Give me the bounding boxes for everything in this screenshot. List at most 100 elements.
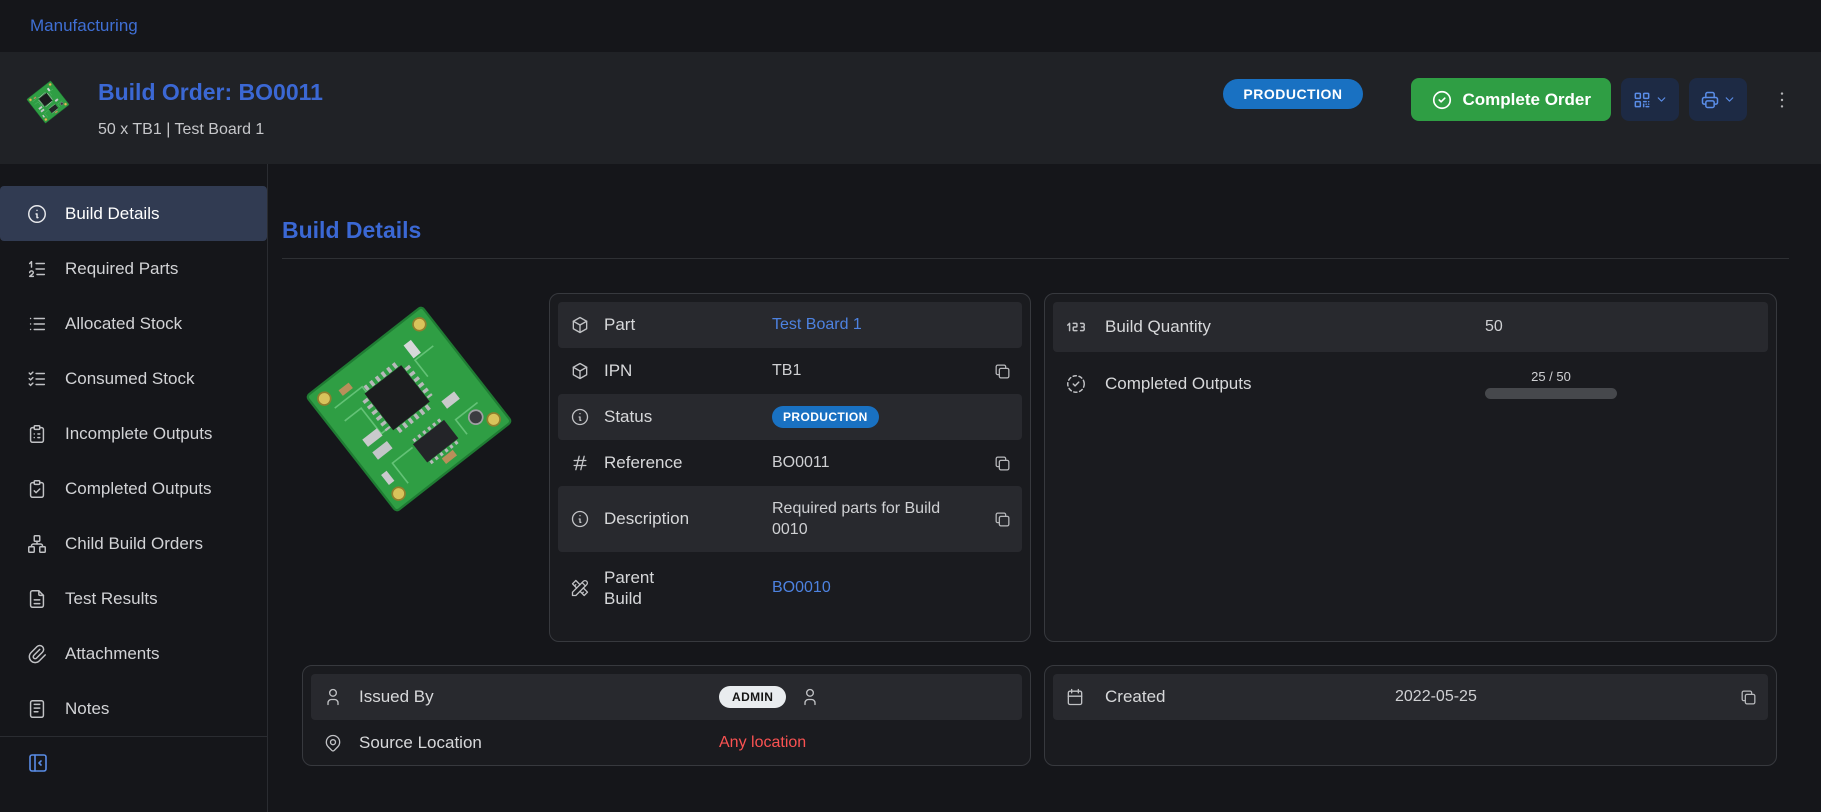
sidebar-item-notes[interactable]: Notes [0, 681, 267, 736]
print-actions-button[interactable] [1689, 78, 1747, 121]
user-icon [323, 687, 343, 707]
part-thumbnail[interactable] [24, 78, 72, 126]
breadcrumb: Manufacturing [0, 0, 1821, 52]
sidebar-item-allocated-stock[interactable]: Allocated Stock [0, 296, 267, 351]
sitemap-icon [26, 533, 48, 555]
build-details-panel: Part Test Board 1 IPN TB1 [549, 293, 1031, 642]
sidebar-item-label: Incomplete Outputs [65, 424, 212, 444]
heading-divider [282, 258, 1789, 259]
source-location-value: Any location [719, 734, 1022, 752]
numbers-123-icon [1065, 316, 1087, 338]
notes-icon [26, 698, 48, 720]
qr-code-icon [1632, 90, 1652, 110]
printer-icon [1700, 90, 1720, 110]
clipboard-list-icon [26, 423, 48, 445]
detail-label: Parent Build [604, 567, 674, 609]
sidebar-item-required-parts[interactable]: Required Parts [0, 241, 267, 296]
sidebar-item-label: Allocated Stock [65, 314, 182, 334]
main-content: Build Details Part Test Board 1 [268, 164, 1821, 812]
file-report-icon [26, 588, 48, 610]
copy-button[interactable] [993, 362, 1012, 381]
sidebar-item-child-build-orders[interactable]: Child Build Orders [0, 516, 267, 571]
part-link[interactable]: Test Board 1 [772, 316, 862, 333]
detail-label: IPN [604, 361, 772, 381]
ipn-value: TB1 [772, 362, 978, 380]
header-actions: PRODUCTION Complete Order [1223, 78, 1793, 121]
created-label: Created [1105, 687, 1395, 707]
parent-build-link[interactable]: BO0010 [772, 579, 831, 596]
build-quantity-label: Build Quantity [1105, 317, 1485, 337]
info-circle-icon [26, 203, 48, 225]
info-circle-icon [570, 509, 590, 529]
list-icon [26, 313, 48, 335]
list-check-icon [26, 368, 48, 390]
source-location-label: Source Location [359, 733, 719, 753]
sidebar-item-label: Consumed Stock [65, 369, 194, 389]
part-image[interactable] [293, 293, 525, 525]
build-quantity-row: Build Quantity 50 [1053, 302, 1768, 352]
issued-by-row: Issued By ADMIN [311, 674, 1022, 720]
sidebar-item-test-results[interactable]: Test Results [0, 571, 267, 626]
sidebar-item-label: Test Results [65, 589, 158, 609]
detail-row-description: Description Required parts for Build 001… [558, 486, 1022, 552]
reference-value: BO0011 [772, 454, 978, 472]
detail-label: Status [604, 407, 772, 427]
hash-icon [570, 453, 590, 473]
page-title: Build Order: BO0011 [98, 78, 323, 106]
sidebar-item-label: Child Build Orders [65, 534, 203, 554]
detail-label: Reference [604, 453, 772, 473]
copy-button[interactable] [993, 510, 1012, 529]
box-icon [570, 361, 590, 381]
status-badge: PRODUCTION [1223, 79, 1362, 109]
sidebar: Build Details Required Parts Allocated S… [0, 164, 268, 812]
page-subtitle: 50 x TB1 | Test Board 1 [98, 121, 323, 139]
tools-icon [570, 578, 590, 598]
detail-label: Description [604, 509, 772, 529]
detail-label: Part [604, 315, 772, 335]
sidebar-item-build-details[interactable]: Build Details [0, 186, 267, 241]
build-order-page: Manufacturing Build Order: BO0011 50 x T… [0, 0, 1821, 812]
sidebar-item-label: Build Details [65, 204, 160, 224]
sidebar-collapse-icon [26, 751, 50, 775]
build-quantity-value: 50 [1485, 318, 1768, 336]
detail-row-ipn: IPN TB1 [558, 348, 1022, 394]
box-icon [570, 315, 590, 335]
detail-row-part: Part Test Board 1 [558, 302, 1022, 348]
chevron-down-icon [1655, 93, 1668, 106]
breadcrumb-link-manufacturing[interactable]: Manufacturing [30, 16, 138, 36]
description-value: Required parts for Build 0010 [772, 498, 948, 540]
clipboard-check-icon [26, 478, 48, 500]
sidebar-item-label: Attachments [65, 644, 160, 664]
detail-row-parent-build: Parent Build BO0010 [558, 552, 1022, 624]
issued-by-badge: ADMIN [719, 686, 786, 708]
sidebar-item-incomplete-outputs[interactable]: Incomplete Outputs [0, 406, 267, 461]
user-icon [800, 687, 820, 707]
issued-by-label: Issued By [359, 687, 719, 707]
status-badge: PRODUCTION [772, 406, 879, 428]
copy-button[interactable] [993, 454, 1012, 473]
page-header: Build Order: BO0011 50 x TB1 | Test Boar… [0, 52, 1821, 164]
copy-button[interactable] [1739, 688, 1758, 707]
sidebar-item-consumed-stock[interactable]: Consumed Stock [0, 351, 267, 406]
more-actions-button[interactable] [1771, 89, 1793, 111]
progress-bar [1485, 388, 1617, 399]
section-heading: Build Details [282, 216, 1789, 244]
source-location-row: Source Location Any location [311, 720, 1022, 766]
progress-text: 25 / 50 [1531, 369, 1571, 384]
sidebar-collapse-button[interactable] [26, 751, 50, 775]
circle-check-icon [1431, 89, 1453, 111]
calendar-icon [1065, 687, 1085, 707]
complete-order-label: Complete Order [1463, 90, 1591, 110]
completed-outputs-row: Completed Outputs 25 / 50 [1053, 352, 1768, 416]
sidebar-item-label: Completed Outputs [65, 479, 211, 499]
qr-actions-button[interactable] [1621, 78, 1679, 121]
completed-outputs-progress: 25 / 50 [1485, 369, 1617, 399]
sidebar-item-attachments[interactable]: Attachments [0, 626, 267, 681]
issued-panel: Issued By ADMIN Source Location [302, 665, 1031, 766]
detail-row-reference: Reference BO0011 [558, 440, 1022, 486]
quantity-panel: Build Quantity 50 Completed Outputs 25 /… [1044, 293, 1777, 642]
paperclip-icon [26, 643, 48, 665]
sidebar-item-label: Notes [65, 699, 109, 719]
sidebar-item-completed-outputs[interactable]: Completed Outputs [0, 461, 267, 516]
complete-order-button[interactable]: Complete Order [1411, 78, 1611, 121]
